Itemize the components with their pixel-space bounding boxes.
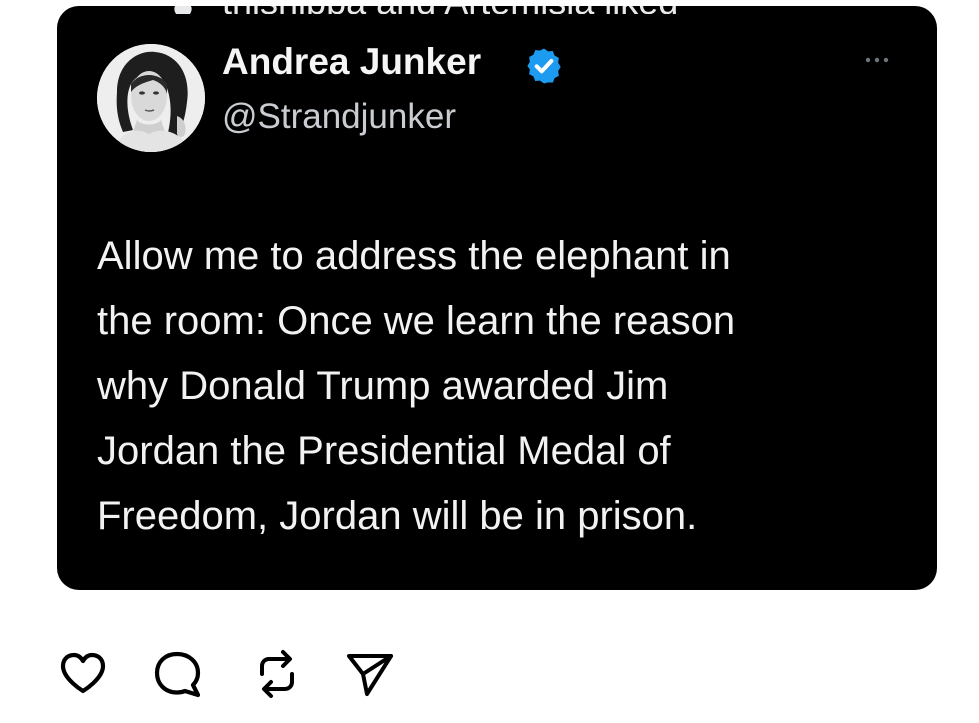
- avatar-photo: [97, 44, 205, 152]
- repost-icon[interactable]: [251, 648, 303, 700]
- screenshot-page: thisnippa and Artemisia liked Andrea Jun…: [0, 0, 979, 723]
- post-text-line: why Donald Trump awarded Jim: [97, 364, 669, 408]
- post-text-line: Jordan the Presidential Medal of: [97, 429, 671, 473]
- like-icon[interactable]: [57, 648, 109, 700]
- heart-icon: [174, 6, 192, 14]
- comment-icon[interactable]: [153, 648, 205, 700]
- verified-badge-icon: [527, 48, 561, 84]
- post-text-line: Allow me to address the elephant in: [97, 234, 731, 278]
- share-icon[interactable]: [345, 648, 397, 700]
- post-text: Allow me to address the elephant in the …: [97, 224, 897, 549]
- author-display-name[interactable]: Andrea Junker: [222, 40, 481, 84]
- post-text-line: Freedom, Jordan will be in prison.: [97, 494, 698, 538]
- avatar[interactable]: [97, 44, 205, 152]
- post-text-line: the room: Once we learn the reason: [97, 299, 736, 343]
- social-context-text: thisnippa and Artemisia liked: [222, 6, 678, 14]
- author-handle[interactable]: @Strandjunker: [222, 96, 456, 138]
- social-context: thisnippa and Artemisia liked: [57, 6, 937, 14]
- more-options-icon[interactable]: [861, 50, 893, 70]
- quoted-post-card[interactable]: thisnippa and Artemisia liked Andrea Jun…: [57, 6, 937, 590]
